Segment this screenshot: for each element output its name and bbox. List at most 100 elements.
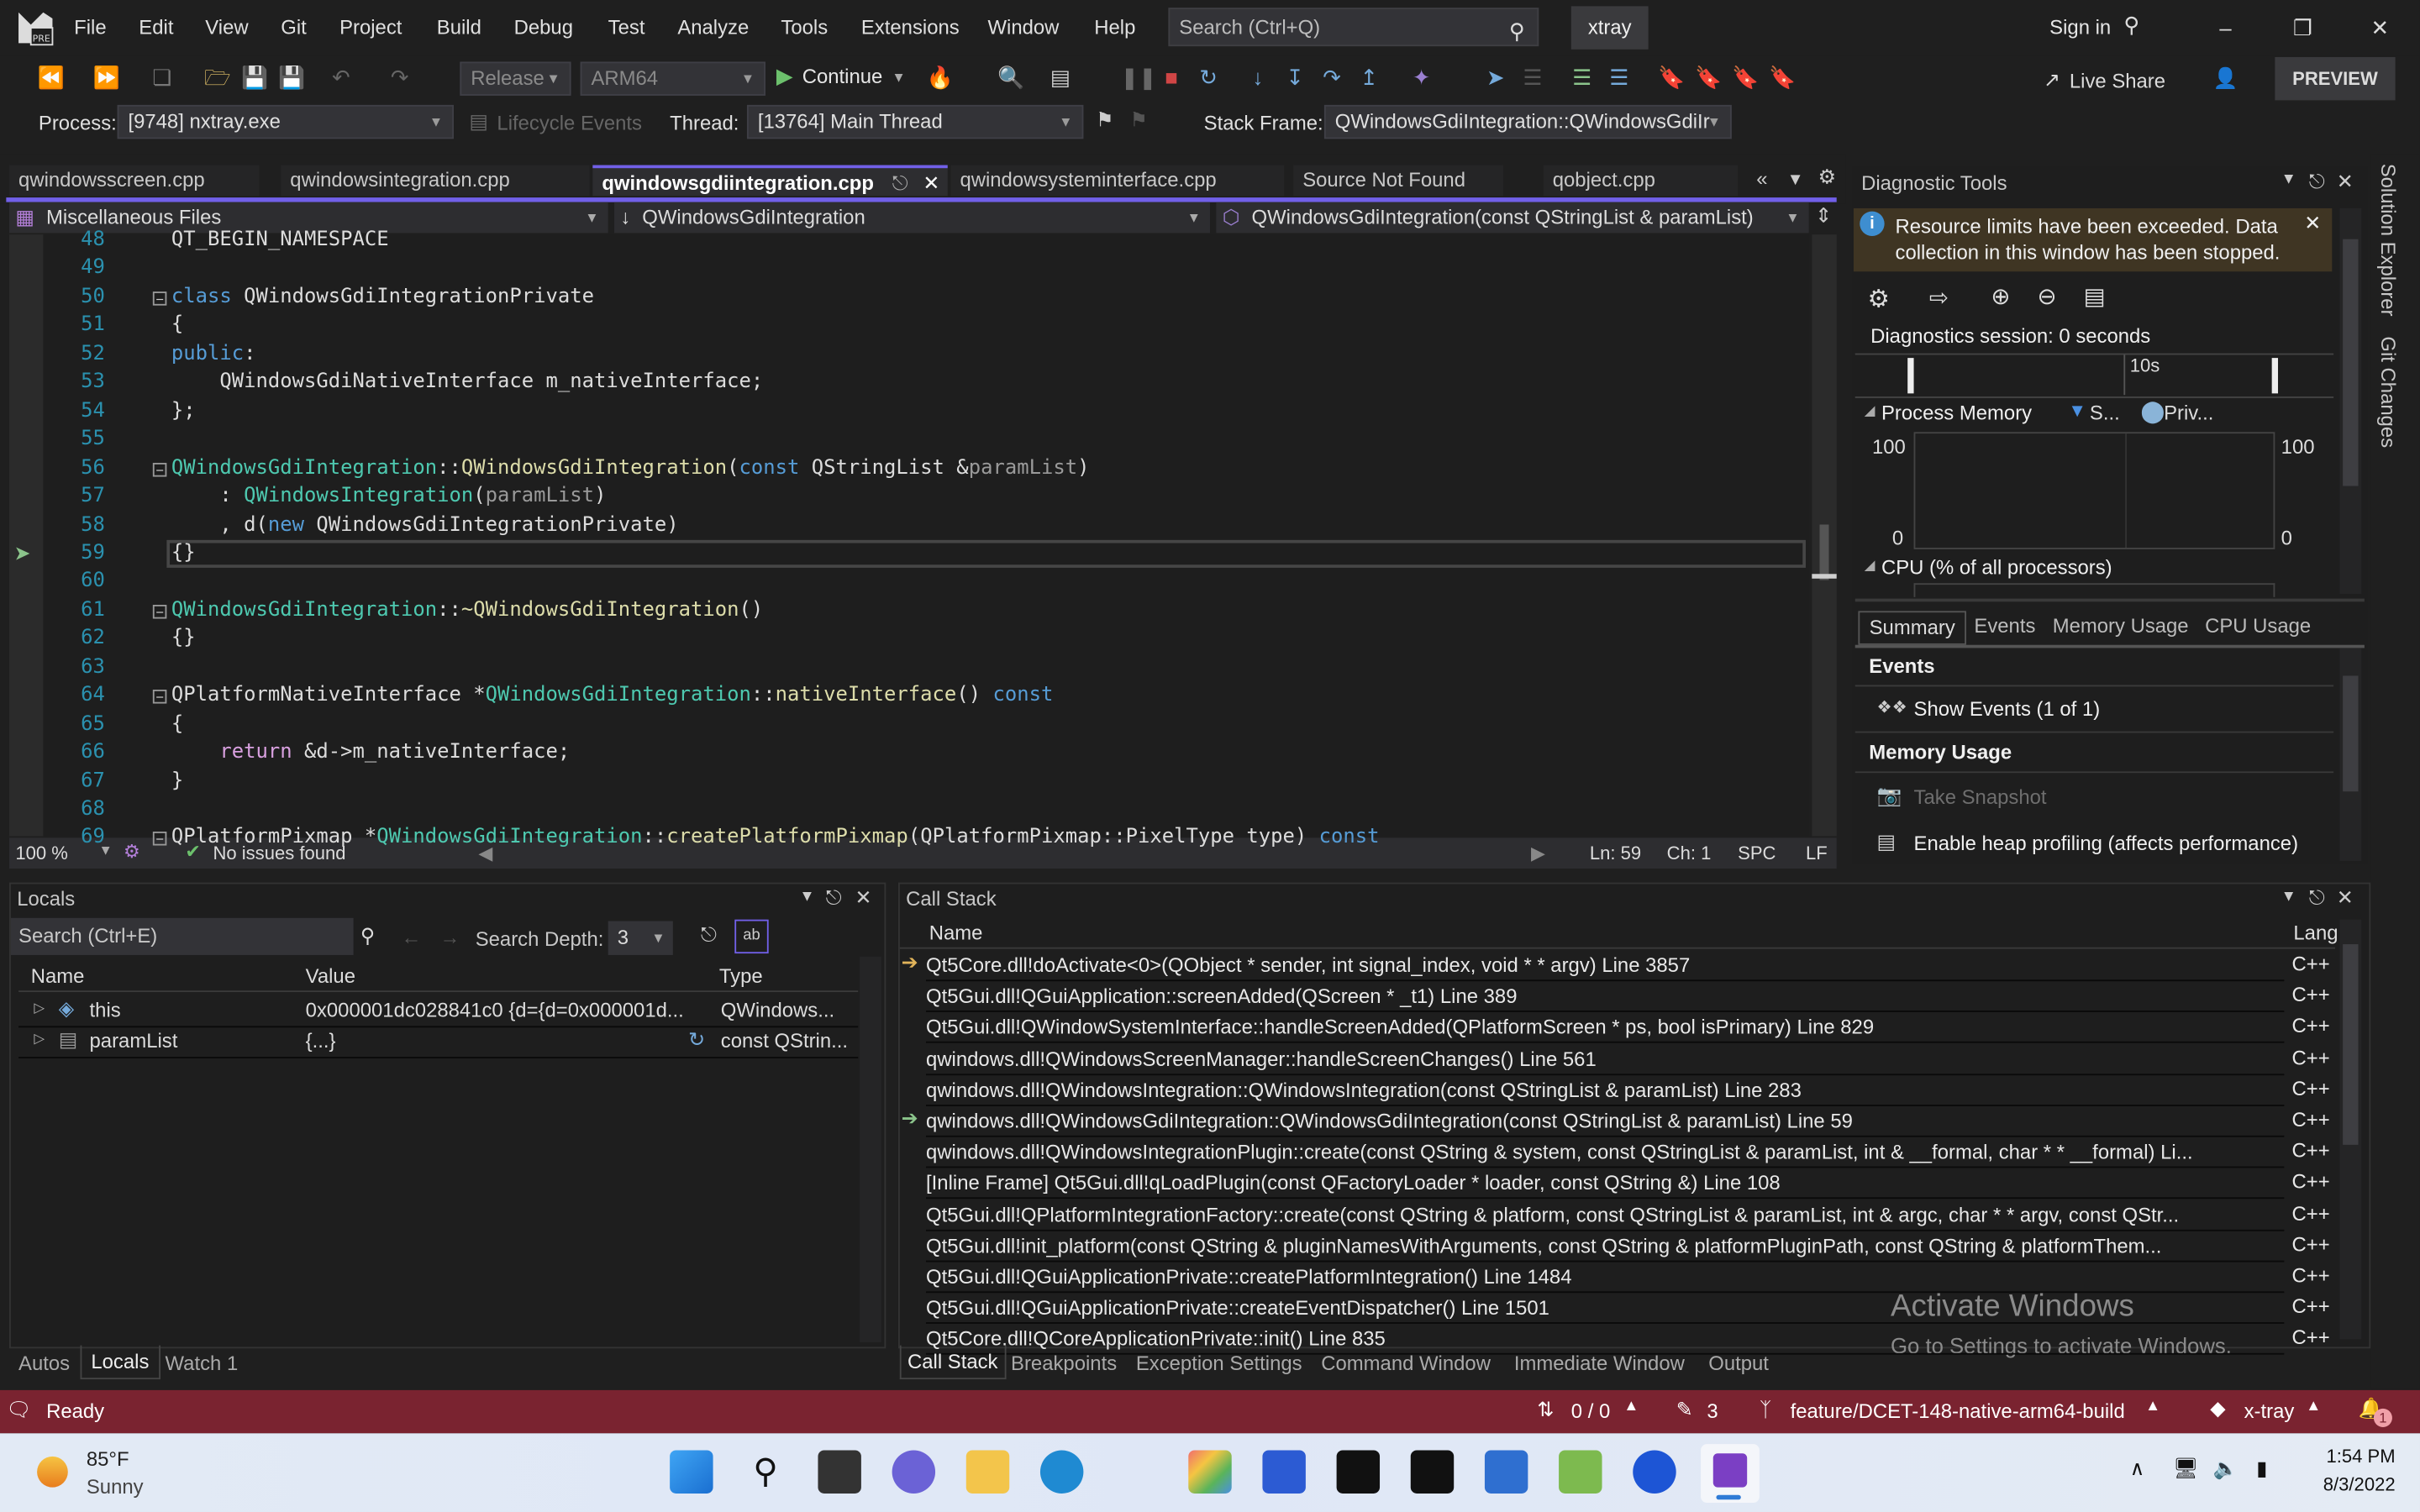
editor-vertical-scrollbar[interactable] xyxy=(1812,234,1837,837)
floppy-app-icon[interactable] xyxy=(1262,1450,1306,1494)
gear-icon[interactable]: ⚙ xyxy=(1818,165,1836,190)
search-forward-icon[interactable]: → xyxy=(439,926,460,949)
expand-icon[interactable]: ▷ xyxy=(34,1000,45,1016)
close-button[interactable]: ✕ xyxy=(2344,9,2415,46)
solution-explorer-tab[interactable]: Solution Explorer xyxy=(2377,164,2401,317)
restart-icon[interactable]: ↻ xyxy=(1195,63,1223,91)
tab-immediate-window[interactable]: Immediate Window xyxy=(1514,1352,1685,1375)
code-line[interactable]: {} xyxy=(171,627,196,650)
code-line[interactable]: { xyxy=(171,313,183,337)
tab-qwindowsysteminterface[interactable]: qwindowsysteminterface.cpp xyxy=(950,165,1285,197)
call-stack-row[interactable]: qwindows.dll!QWindowsGdiIntegration::QWi… xyxy=(926,1106,2285,1137)
local-value[interactable]: 0x000001dc028841c0 {d={d=0x000001d... xyxy=(306,998,684,1021)
column-language[interactable]: Lang xyxy=(2293,921,2338,945)
save-all-icon[interactable]: 💾 xyxy=(278,63,306,91)
call-stack-row[interactable]: Qt5Gui.dll!QWindowSystemInterface::handl… xyxy=(926,1013,2285,1044)
call-stack-row[interactable]: Qt5Gui.dll!init_platform(const QString &… xyxy=(926,1231,2285,1263)
feedback-icon[interactable]: 👤 xyxy=(2213,66,2238,91)
undo-icon[interactable]: ↶ xyxy=(327,63,355,91)
menu-project[interactable]: Project xyxy=(339,15,402,39)
collapse-region-icon[interactable]: − xyxy=(152,291,167,306)
tab-events[interactable]: Events xyxy=(1970,611,2040,644)
new-project-icon[interactable]: ❏ xyxy=(148,63,176,91)
search-back-icon[interactable]: ← xyxy=(402,926,422,949)
expand-icon[interactable]: ▷ xyxy=(34,1031,45,1047)
volume-icon[interactable]: 🔈 xyxy=(2213,1457,2238,1481)
menu-file[interactable]: File xyxy=(74,15,106,39)
tab-memory-usage[interactable]: Memory Usage xyxy=(2044,611,2198,644)
export-icon[interactable]: ⇨ xyxy=(1929,284,1949,312)
clock-date[interactable]: 8/3/2022 xyxy=(2300,1473,2396,1495)
menu-analyze[interactable]: Analyze xyxy=(677,15,749,39)
teams-chat-icon[interactable] xyxy=(892,1450,936,1494)
call-stack-row[interactable]: qwindows.dll!QWindowsIntegrationPlugin::… xyxy=(926,1137,2285,1168)
locals-row[interactable]: ▷ ◈ this 0x000001dc028841c0 {d={d=0x000001d… xyxy=(18,995,859,1028)
call-stack-scrollbar[interactable] xyxy=(2339,919,2362,1340)
git-changes-tab[interactable]: Git Changes xyxy=(2377,336,2401,448)
reset-view-icon[interactable]: ▤ xyxy=(2084,282,2106,310)
flag-icon[interactable]: ⚑ xyxy=(1096,108,1113,133)
code-line[interactable]: : QWindowsIntegration(paramList) xyxy=(171,485,607,508)
menu-git[interactable]: Git xyxy=(281,15,307,39)
scope-dropdown[interactable]: ↓ QWindowsGdiIntegration ▼ xyxy=(614,202,1210,234)
menu-debug[interactable]: Debug xyxy=(514,15,573,39)
sign-in-link[interactable]: Sign in xyxy=(2049,15,2111,39)
collapse-region-icon[interactable]: − xyxy=(152,690,167,705)
tab-qwindowsgdiintegration[interactable]: qwindowsgdiintegration.cpp ⎋ ✕ xyxy=(592,165,948,197)
search-input[interactable]: Search (Ctrl+Q) ⚲ xyxy=(1168,8,1539,47)
column-value[interactable]: Value xyxy=(306,964,355,988)
code-line[interactable]: { xyxy=(171,712,183,736)
close-panel-icon[interactable]: ✕ xyxy=(2337,170,2354,194)
code-line[interactable]: QWindowsGdiIntegration::QWindowsGdiInteg… xyxy=(171,456,1090,480)
menu-extensions[interactable]: Extensions xyxy=(861,15,960,39)
process-memory-graph[interactable] xyxy=(1913,432,2275,549)
locals-row[interactable]: ▷ ▤ paramList {...} const QStrin... ↻ xyxy=(18,1026,859,1058)
column-number[interactable]: Ch: 1 xyxy=(1667,843,1712,864)
code-line[interactable]: QT_BEGIN_NAMESPACE xyxy=(171,228,389,252)
call-stack-row[interactable]: Qt5Core.dll!doActivate<0>(QObject * send… xyxy=(926,950,2285,982)
step-over-icon[interactable]: ↷ xyxy=(1318,63,1346,91)
close-panel-icon[interactable]: ✕ xyxy=(2337,885,2354,910)
comment-icon[interactable]: ☰ xyxy=(1568,63,1596,91)
call-stack-row[interactable]: Qt5Core.dll!QCoreApplicationPrivate::ini… xyxy=(926,1325,2285,1356)
paint-app-icon[interactable] xyxy=(1188,1450,1232,1494)
code-line[interactable]: QPlatformNativeInterface *QWindowsGdiInt… xyxy=(171,684,1053,707)
take-snapshot-button[interactable]: Take Snapshot xyxy=(1914,785,2047,809)
continue-button[interactable]: ▶ Continue ▼ xyxy=(776,63,906,89)
save-icon[interactable]: 💾 xyxy=(241,63,269,91)
dismiss-banner-icon[interactable]: ✕ xyxy=(2304,212,2321,236)
edge-icon[interactable] xyxy=(1039,1450,1084,1494)
collapse-region-icon[interactable]: − xyxy=(152,462,167,477)
breakpoint-gutter[interactable] xyxy=(9,234,44,837)
column-name[interactable]: Name xyxy=(31,964,85,988)
pending-changes-count[interactable]: 3 xyxy=(1707,1399,1718,1423)
sync-count[interactable]: 0 / 0 xyxy=(1571,1399,1610,1423)
clock-time[interactable]: 1:54 PM xyxy=(2300,1446,2395,1467)
next-bookmark-icon[interactable]: 🔖 xyxy=(1732,63,1760,91)
exceptions-icon[interactable]: ✦ xyxy=(1407,63,1435,91)
thread-dropdown[interactable]: [13764] Main Thread ▼ xyxy=(746,104,1084,139)
tab-qobject[interactable]: qobject.cpp xyxy=(1543,165,1739,197)
menu-test[interactable]: Test xyxy=(608,15,645,39)
collapse-icon[interactable]: ◢ xyxy=(1865,557,1876,574)
code-line[interactable]: public: xyxy=(171,342,256,365)
view-as-text-icon[interactable]: ab xyxy=(734,919,769,954)
call-stack-row[interactable]: Qt5Gui.dll!QPlatformIntegrationFactory::… xyxy=(926,1200,2285,1231)
tab-command-window[interactable]: Command Window xyxy=(1321,1352,1491,1375)
tab-locals[interactable]: Locals xyxy=(80,1345,160,1380)
line-ending[interactable]: LF xyxy=(1806,843,1828,864)
member-dropdown[interactable]: ⬡ QWindowsGdiIntegration(const QStringLi… xyxy=(1216,202,1809,234)
find-in-files-icon[interactable]: 🔍 xyxy=(997,63,1025,91)
zoom-in-icon[interactable]: ⊕ xyxy=(1991,282,2010,310)
call-stack-row[interactable]: Qt5Gui.dll!QGuiApplication::screenAdded(… xyxy=(926,982,2285,1013)
code-line[interactable]: return &d->m_nativeInterface; xyxy=(171,741,570,764)
enable-heap-profiling-link[interactable]: Enable heap profiling (affects performan… xyxy=(1914,832,2298,855)
locals-search-input[interactable]: Search (Ctrl+E) ⚲ xyxy=(10,917,375,955)
show-next-statement-icon[interactable]: ↓ xyxy=(1244,63,1271,91)
file-explorer-icon[interactable] xyxy=(965,1450,1010,1494)
clear-bookmarks-icon[interactable]: 🔖 xyxy=(1769,63,1797,91)
show-events-link[interactable]: Show Events (1 of 1) xyxy=(1914,697,2101,721)
tab-call-stack[interactable]: Call Stack xyxy=(899,1345,1006,1380)
repo-name[interactable]: x-tray xyxy=(2244,1399,2295,1423)
tab-breakpoints[interactable]: Breakpoints xyxy=(1011,1352,1117,1375)
